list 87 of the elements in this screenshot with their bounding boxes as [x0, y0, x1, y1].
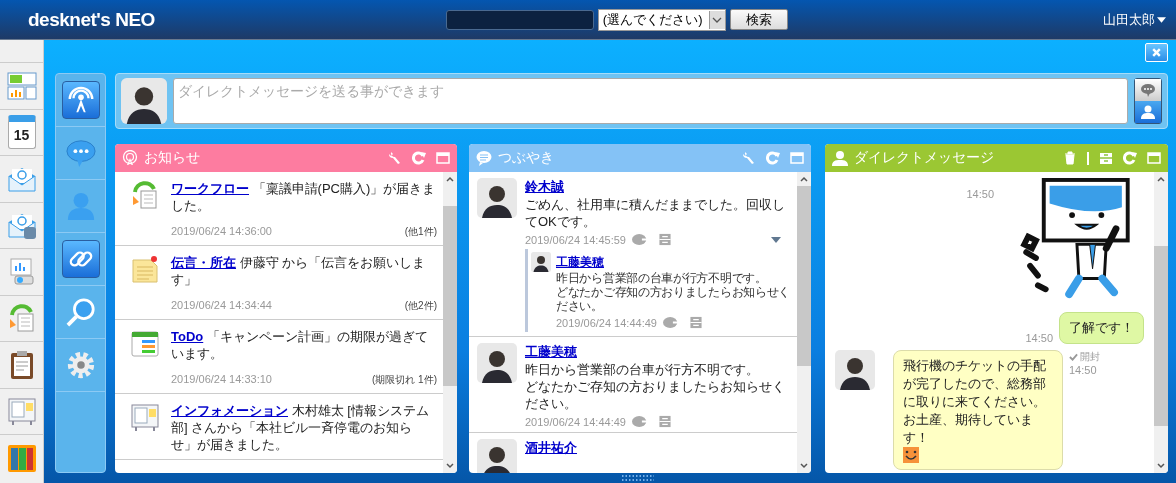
notice-count: (他1件): [404, 225, 437, 239]
notice-link[interactable]: インフォメーション: [171, 403, 288, 418]
reply-icon[interactable]: [631, 415, 650, 428]
user-menu[interactable]: 山田太郎: [1103, 10, 1166, 29]
message-text: 了解です！: [1069, 320, 1134, 335]
logo[interactable]: desknet's NEO: [28, 8, 155, 31]
avatar-icon: [531, 252, 551, 272]
author-link[interactable]: 酒井祐介: [525, 439, 791, 457]
bulletin-board-icon: [130, 402, 160, 432]
trash-icon[interactable]: [1063, 151, 1077, 165]
category-select[interactable]: (選んでください): [597, 8, 726, 31]
notice-text: インフォメーション 木村雄太 [情報システム部] さんから「本社ビル一斉停電のお知らせ」が届きました。: [171, 402, 430, 453]
scrollbar[interactable]: [1154, 172, 1168, 473]
panel-title: ダイレクトメッセージ: [854, 149, 994, 167]
notice-link[interactable]: ワークフロー: [171, 181, 249, 196]
search-icon: [65, 297, 96, 327]
read-status: 開封: [1080, 350, 1100, 364]
avatar-icon: [121, 78, 167, 124]
panel-title: お知らせ: [144, 149, 200, 167]
notice-text: ワークフロー 「稟議申請(PC購入)」が届きました。: [171, 180, 437, 214]
link-button[interactable]: [61, 240, 100, 278]
person-icon: [65, 191, 96, 221]
search-button[interactable]: 検索: [729, 9, 788, 30]
maximize-icon[interactable]: [1147, 151, 1161, 165]
refresh-icon[interactable]: [766, 151, 780, 165]
author-link[interactable]: 鈴木誠: [525, 178, 791, 196]
gear-icon: [65, 350, 96, 380]
resize-grip[interactable]: [621, 475, 655, 481]
message-time: 14:50: [966, 188, 994, 200]
scrollbar[interactable]: [443, 172, 457, 473]
message-text: 飛行機のチケットの手配が完了したので、総務部に取りに来てください。お土産、期待しています！: [903, 357, 1047, 447]
notice-time: 2019/06/24 14:36:00: [171, 225, 272, 239]
memo-icon: [130, 254, 160, 284]
caret-icon[interactable]: [771, 236, 781, 243]
search-field[interactable]: [445, 9, 594, 30]
message-field[interactable]: ダイレクトメッセージを送る事ができます: [173, 78, 1128, 124]
notice-time: 2019/06/24 14:34:44: [171, 299, 272, 313]
close-icon[interactable]: [1151, 47, 1162, 58]
bulletin-board-icon[interactable]: [6, 396, 37, 427]
avatar-icon: [477, 343, 517, 383]
wrench-icon[interactable]: [742, 151, 756, 165]
portal-icon[interactable]: [6, 70, 37, 101]
post-time: 2019/06/24 14:45:59: [525, 233, 626, 246]
refresh-icon[interactable]: [412, 151, 426, 165]
post-time: 2019/06/24 14:44:49: [525, 415, 626, 428]
broadcast-icon: [122, 150, 138, 166]
avatar-icon: [835, 350, 875, 390]
notice-text: ToDo 「キャンペーン計画」の期限が過ぎています。: [171, 328, 429, 362]
cabinet-icon[interactable]: [1099, 151, 1113, 165]
maximize-icon[interactable]: [790, 151, 804, 165]
post-text: 昨日から営業部の台車が行方不明です。 どなたかご存知の方おりましたらお知らせください。: [525, 361, 786, 412]
panel-title: つぶやき: [498, 149, 554, 167]
chevron-down-icon[interactable]: [712, 16, 722, 23]
broadcast-button[interactable]: [61, 81, 100, 119]
reply-text: 昨日から営業部の台車が行方不明です。 どなたかご存知の方おりましたらお知らせください。: [556, 271, 791, 313]
notice-count: (期限切れ 1件): [372, 373, 437, 387]
author-link[interactable]: 工藤美穂: [525, 343, 791, 361]
wrench-icon[interactable]: [388, 151, 402, 165]
calendar-icon[interactable]: 15: [7, 115, 36, 150]
notice-text: 伝言・所在 伊藤守 から「伝言をお願いします」: [171, 254, 427, 288]
post-text: ごめん、社用車に積んだままでした。回収してOKです。: [525, 196, 786, 230]
message-time: 14:50: [1025, 332, 1053, 344]
notice-time: 2019/06/24 14:33:10: [171, 373, 272, 387]
avatar-icon: [477, 178, 517, 218]
reply-time: 2019/06/24 14:44:49: [556, 316, 657, 329]
person-icon: [832, 150, 848, 166]
smiley-icon: [903, 447, 919, 463]
notice-count: (他2件): [404, 299, 437, 313]
avatar-icon: [477, 439, 517, 473]
speech-bubble-icon: [476, 150, 492, 166]
notice-link[interactable]: ToDo: [171, 329, 204, 344]
message-time: 14:50: [1069, 364, 1098, 376]
close-button[interactable]: [1145, 43, 1168, 62]
dropdown-button[interactable]: [708, 10, 725, 29]
todo-list-icon: [130, 328, 160, 358]
binders-icon[interactable]: [6, 442, 37, 473]
check-icon: [1069, 353, 1078, 361]
reply-icon[interactable]: [631, 233, 650, 246]
speech-bubble-icon: [65, 138, 96, 168]
reply-icon[interactable]: [662, 316, 681, 329]
notice-link[interactable]: 伝言・所在: [171, 255, 236, 270]
scrollbar[interactable]: [797, 172, 811, 473]
workflow-icon: [130, 180, 160, 210]
refresh-icon[interactable]: [1123, 151, 1137, 165]
maximize-icon[interactable]: [436, 151, 450, 165]
author-link[interactable]: 工藤美穂: [556, 255, 604, 269]
caret-icon[interactable]: [1157, 16, 1166, 23]
